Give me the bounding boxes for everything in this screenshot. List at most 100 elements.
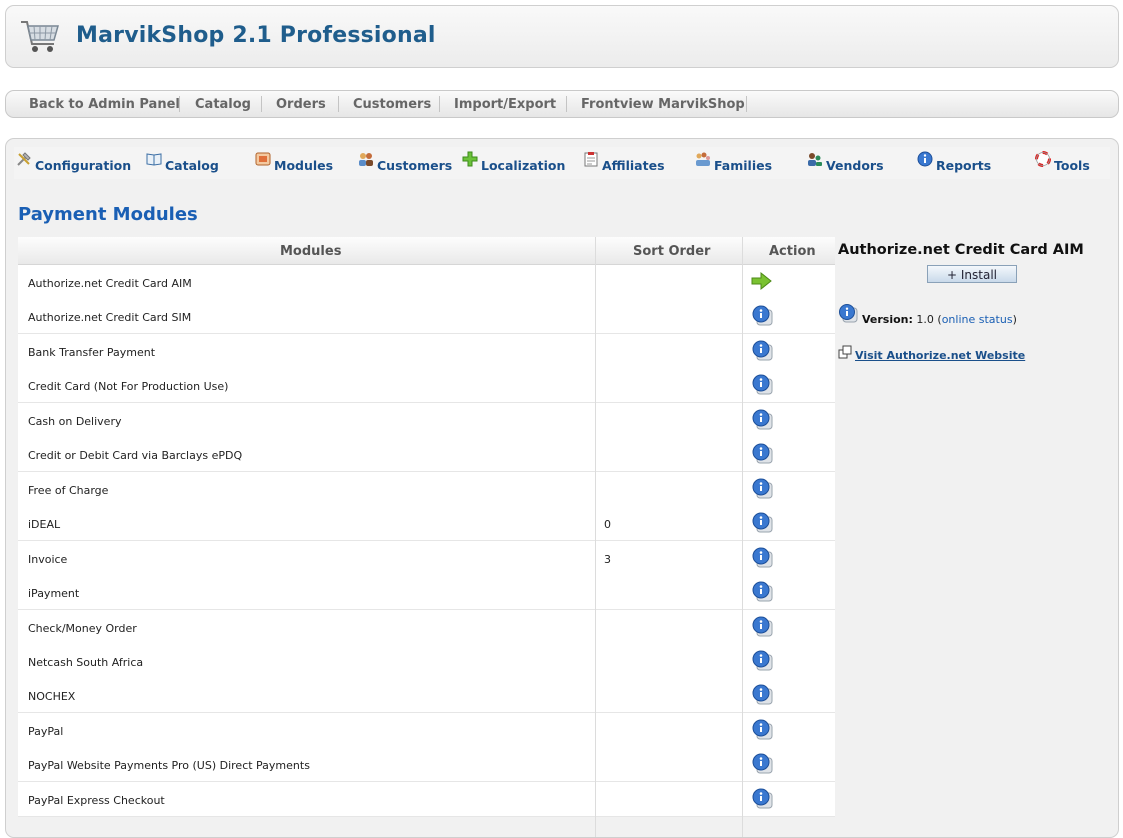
- module-name: PayPal Website Payments Pro (US) Direct …: [28, 759, 310, 773]
- info-icon[interactable]: [751, 477, 773, 499]
- nav-import-export[interactable]: Import/Export: [454, 97, 556, 112]
- module-name: NOCHEX: [28, 690, 76, 704]
- app-title: MarvikShop 2.1 Professional: [76, 23, 436, 48]
- app-header: MarvikShop 2.1 Professional: [5, 5, 1119, 68]
- table-row[interactable]: PayPal Website Payments Pro (US) Direct …: [18, 747, 835, 783]
- module-name: Netcash South Africa: [28, 655, 144, 669]
- visit-website-link[interactable]: Visit Authorize.net Website: [855, 349, 1025, 362]
- info-icon[interactable]: [751, 511, 773, 533]
- shopping-cart-icon: [21, 21, 59, 52]
- table-row[interactable]: iDEAL 0: [18, 506, 835, 542]
- tab-label: Customers: [377, 158, 453, 173]
- table-row[interactable]: Authorize.net Credit Card SIM: [18, 299, 835, 335]
- nav-separator: [261, 96, 262, 112]
- nav-catalog[interactable]: Catalog: [195, 97, 251, 112]
- module-name: iPayment: [28, 587, 80, 601]
- module-name: Free of Charge: [28, 483, 109, 497]
- tab-label: Reports: [936, 158, 992, 173]
- table-row[interactable]: iPayment: [18, 575, 835, 611]
- module-name: iDEAL: [28, 518, 61, 532]
- column-divider: [742, 237, 743, 837]
- version-label: Version:: [862, 313, 913, 326]
- nav-orders[interactable]: Orders: [276, 97, 326, 112]
- tab-label: Tools: [1054, 158, 1090, 173]
- lifebuoy-icon: [1035, 151, 1051, 167]
- info-icon[interactable]: [751, 373, 773, 395]
- install-button[interactable]: + Install: [927, 265, 1017, 283]
- nav-separator: [179, 96, 180, 112]
- info-icon[interactable]: [751, 787, 773, 809]
- column-header-modules[interactable]: Modules: [280, 244, 341, 259]
- families-icon: [696, 152, 710, 166]
- module-name: PayPal: [28, 724, 64, 738]
- module-name: Credit or Debit Card via Barclays ePDQ: [28, 449, 243, 463]
- info-icon[interactable]: [751, 339, 773, 361]
- info-icon[interactable]: [751, 408, 773, 430]
- nav-separator: [439, 96, 440, 112]
- nav-separator: [746, 96, 747, 112]
- info-icon[interactable]: [751, 649, 773, 671]
- modules-table-header: Modules Sort Order Action: [18, 237, 835, 265]
- vendors-icon: [808, 153, 822, 166]
- clipboard-icon: [584, 152, 598, 167]
- info-icon[interactable]: [751, 752, 773, 774]
- tab-label: Families: [714, 158, 773, 173]
- version-line: Version: 1.0 (online status): [862, 313, 1017, 326]
- info-icon[interactable]: [751, 304, 773, 326]
- info-icon[interactable]: [751, 442, 773, 464]
- tab-label: Modules: [274, 158, 334, 173]
- table-row[interactable]: Free of Charge: [18, 471, 835, 507]
- table-row[interactable]: Invoice 3: [18, 540, 835, 576]
- external-link-icon: [838, 345, 852, 359]
- tab-label: Localization: [481, 158, 566, 173]
- page-title: Payment Modules: [18, 204, 198, 225]
- info-icon[interactable]: [751, 615, 773, 637]
- tab-label: Catalog: [165, 158, 219, 173]
- module-name: PayPal Express Checkout: [28, 793, 165, 807]
- nav-frontview[interactable]: Frontview MarvikShop: [581, 97, 745, 112]
- table-row[interactable]: Check/Money Order: [18, 609, 835, 645]
- tab-label: Vendors: [826, 158, 884, 173]
- module-name: Invoice: [28, 552, 68, 566]
- table-row[interactable]: Cash on Delivery: [18, 402, 835, 438]
- info-icon[interactable]: [751, 683, 773, 705]
- module-name: Bank Transfer Payment: [28, 345, 156, 359]
- book-icon: [146, 153, 162, 166]
- nav-back-to-admin[interactable]: Back to Admin Panel: [29, 97, 180, 112]
- table-row[interactable]: NOCHEX: [18, 678, 835, 714]
- nav-separator: [338, 96, 339, 112]
- modules-icon: [255, 152, 271, 166]
- tab-label: Affiliates: [602, 158, 665, 173]
- info-icon[interactable]: [751, 718, 773, 740]
- column-header-sort-order[interactable]: Sort Order: [633, 244, 710, 259]
- nav-customers[interactable]: Customers: [353, 97, 431, 112]
- table-row[interactable]: PayPal: [18, 712, 835, 748]
- table-row[interactable]: Netcash South Africa: [18, 643, 835, 679]
- info-icon[interactable]: [751, 580, 773, 602]
- info-icon: [839, 304, 858, 323]
- info-icon: [917, 151, 933, 167]
- online-status-link[interactable]: online status: [942, 313, 1013, 326]
- table-row[interactable]: Bank Transfer Payment: [18, 333, 835, 369]
- nav-separator: [566, 96, 567, 112]
- table-row[interactable]: PayPal Express Checkout: [18, 781, 835, 817]
- module-name: Cash on Delivery: [28, 414, 122, 428]
- table-row[interactable]: Credit or Debit Card via Barclays ePDQ: [18, 437, 835, 473]
- top-navigation: Back to Admin Panel Catalog Orders Custo…: [5, 90, 1119, 118]
- selected-module-title: Authorize.net Credit Card AIM: [838, 242, 1084, 258]
- tab-label: Configuration: [35, 158, 132, 173]
- table-row[interactable]: Credit Card (Not For Production Use): [18, 368, 835, 404]
- plus-icon: [462, 151, 478, 167]
- info-icon[interactable]: [751, 546, 773, 568]
- sort-order-value: 0: [604, 518, 611, 532]
- table-row[interactable]: Authorize.net Credit Card AIM: [18, 265, 835, 300]
- module-tabbar: Configuration Catalog Modules Customers …: [14, 147, 1110, 179]
- module-name: Authorize.net Credit Card AIM: [28, 277, 192, 290]
- module-name: Credit Card (Not For Production Use): [28, 380, 229, 394]
- arrow-right-icon[interactable]: [751, 270, 773, 292]
- column-header-action: Action: [769, 244, 816, 259]
- module-name: Authorize.net Credit Card SIM: [28, 311, 192, 325]
- tools-config-icon: [17, 152, 31, 166]
- sort-order-value: 3: [604, 552, 611, 566]
- version-value: 1.0: [916, 313, 934, 326]
